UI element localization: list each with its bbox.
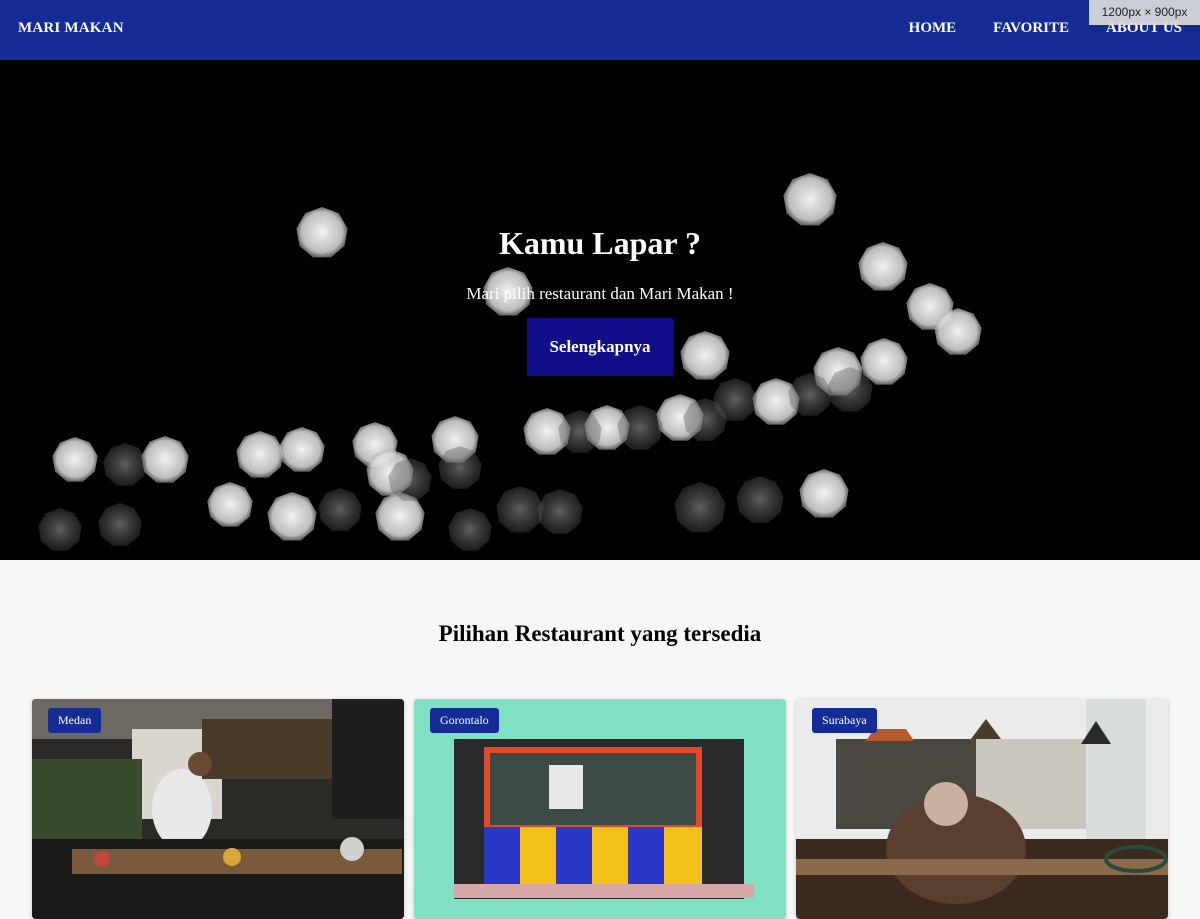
hero-title: Kamu Lapar ? <box>498 225 702 261</box>
bokeh-light <box>141 436 189 483</box>
brand-logo-text[interactable]: MARI MAKAN <box>18 20 124 37</box>
navbar: MARI MAKAN HOME FAVORITE ABOUT US <box>0 0 1200 60</box>
bokeh-light <box>207 482 253 527</box>
bokeh-light <box>236 431 284 478</box>
bokeh-light <box>736 476 784 523</box>
city-badge: Medan <box>48 708 102 733</box>
restaurant-card-surabaya[interactable]: Surabaya <box>796 699 1168 919</box>
bokeh-light <box>799 469 849 518</box>
bokeh-light <box>318 488 362 531</box>
bokeh-light <box>267 492 317 541</box>
restaurant-card-gorontalo[interactable]: Gorontalo <box>414 699 786 919</box>
viewport-size-badge: 1200px × 900px <box>1089 0 1200 25</box>
selengkapnya-button[interactable]: Selengkapnya <box>527 318 673 376</box>
bokeh-light <box>103 443 147 486</box>
bokeh-light <box>617 405 663 450</box>
bokeh-light <box>674 482 726 533</box>
nav-link-home[interactable]: HOME <box>909 20 957 37</box>
restaurant-list-title: Pilihan Restaurant yang tersedia <box>438 621 762 646</box>
bokeh-light <box>448 508 492 551</box>
bokeh-light <box>783 173 837 226</box>
restaurant-card-medan[interactable]: Medan <box>32 699 404 919</box>
city-badge: Surabaya <box>812 708 877 733</box>
bokeh-light <box>38 508 82 551</box>
bokeh-light <box>279 427 325 472</box>
hero-section: Kamu Lapar ? Mari pilih restaurant dan M… <box>0 60 1200 560</box>
bokeh-light <box>496 486 544 533</box>
city-badge: Gorontalo <box>430 708 499 733</box>
bokeh-light <box>98 503 142 546</box>
bokeh-light <box>537 489 583 534</box>
bokeh-light <box>680 331 730 380</box>
hero-subtitle: Mari pilih restaurant dan Mari Makan ! <box>466 284 734 303</box>
bokeh-light <box>52 437 98 482</box>
hero-bokeh-background-image <box>38 173 982 551</box>
nav-link-favorite[interactable]: FAVORITE <box>993 20 1069 37</box>
